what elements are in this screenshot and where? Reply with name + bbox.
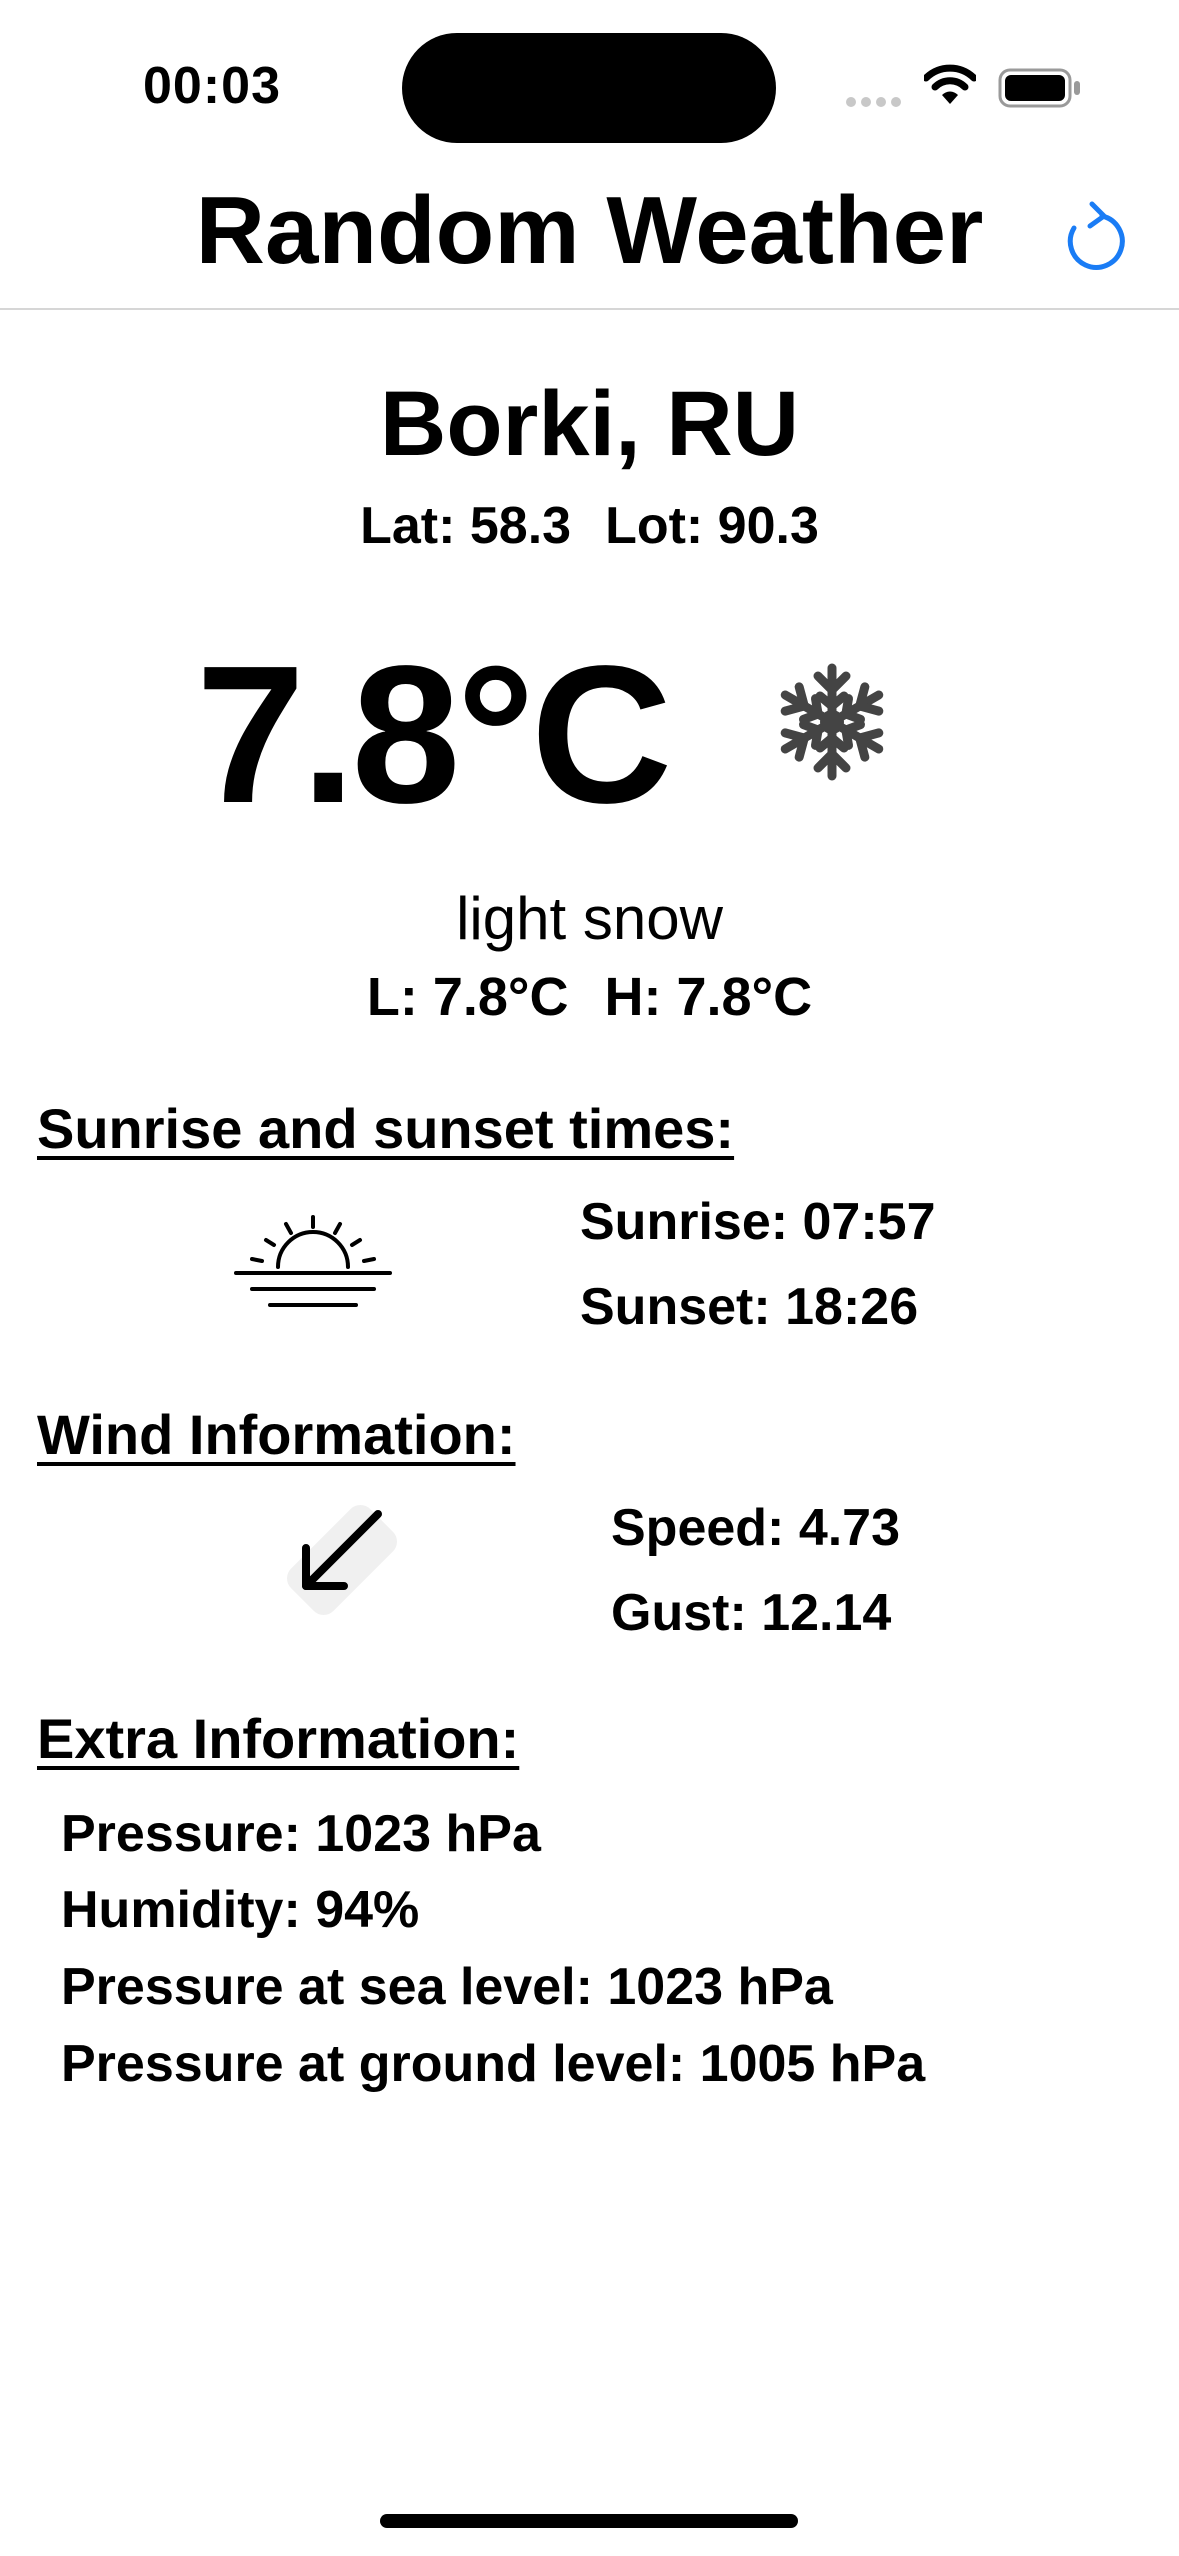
page-title: Random Weather [195, 177, 984, 284]
cellular-signal-icon [846, 94, 906, 107]
coordinates: Lat: 58.3 Lot: 90.3 [0, 496, 1179, 556]
wind-speed: Speed: 4.73 [611, 1499, 901, 1557]
refresh-icon [1067, 201, 1125, 270]
pressure-ground-level: Pressure at ground level: 1005 hPa [61, 2035, 926, 2093]
pressure: Pressure: 1023 hPa [61, 1805, 541, 1863]
sunset-icon [234, 1215, 392, 1320]
wind-direction-arrow-icon [272, 1490, 412, 1635]
current-temperature: 7.8°C [196, 625, 672, 844]
wifi-icon [922, 64, 978, 111]
wind-gust: Gust: 12.14 [611, 1584, 892, 1642]
longitude-label: Lot: 90.3 [605, 497, 819, 555]
latitude-label: Lat: 58.3 [360, 497, 572, 555]
sunrise-time: Sunrise: 07:57 [580, 1193, 936, 1251]
battery-icon [998, 68, 1082, 113]
high-temperature: H: 7.8°C [604, 967, 813, 1027]
refresh-button[interactable] [1058, 200, 1130, 278]
nav-divider [0, 308, 1179, 310]
pressure-sea-level: Pressure at sea level: 1023 hPa [61, 1958, 833, 2016]
home-indicator[interactable] [380, 2514, 798, 2528]
snowflake-icon [770, 660, 894, 789]
extra-section-heading: Extra Information: [37, 1707, 520, 1770]
wind-section-heading: Wind Information: [37, 1403, 516, 1466]
dynamic-island [402, 33, 776, 143]
sun-section-heading: Sunrise and sunset times: [37, 1097, 735, 1160]
city-name: Borki, RU [379, 373, 800, 475]
weather-description: light snow [456, 885, 723, 952]
low-high-temperatures: L: 7.8°C H: 7.8°C [0, 966, 1179, 1028]
low-temperature: L: 7.8°C [366, 967, 569, 1027]
status-time: 00:03 [143, 57, 281, 115]
sunset-time: Sunset: 18:26 [580, 1278, 919, 1336]
humidity: Humidity: 94% [61, 1881, 420, 1939]
